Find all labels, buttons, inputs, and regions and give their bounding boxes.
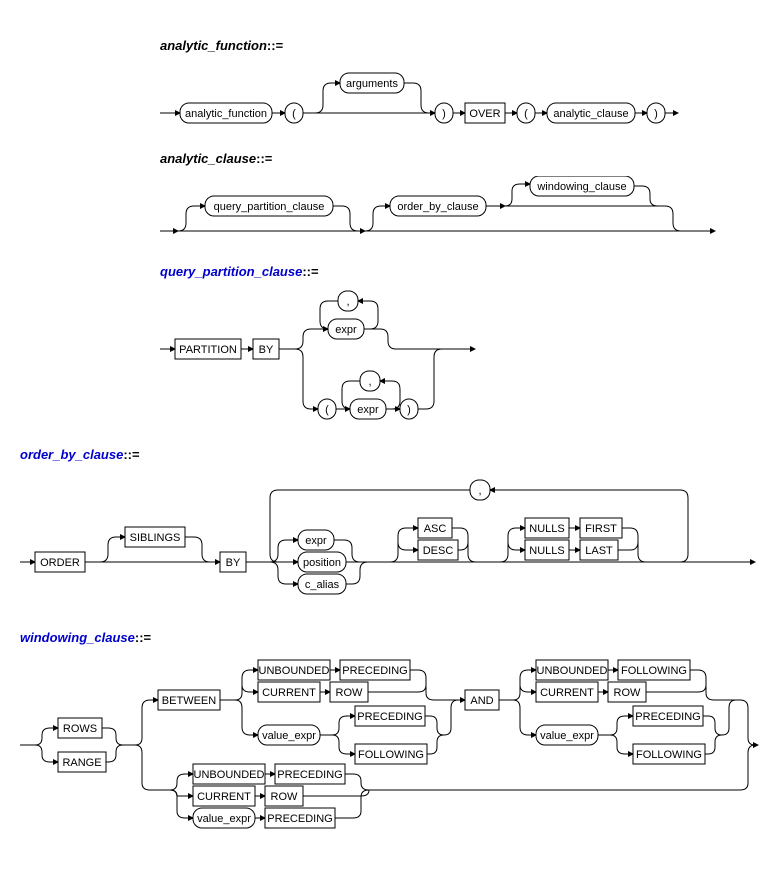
token-rparen-3: ) [407, 404, 411, 416]
token-order-by-clause: order_by_clause [397, 201, 478, 213]
token-preceding: PRECEDING [342, 665, 407, 677]
token-comma: , [346, 296, 349, 308]
token-windowing-clause: windowing_clause [536, 181, 626, 193]
token-query-partition-clause: query_partition_clause [214, 201, 325, 213]
token-following-3: FOLLOWING [636, 749, 702, 761]
diagram-analytic-clause: query_partition_clause order_by_clause w… [160, 176, 765, 246]
token-row: ROW [336, 687, 364, 699]
token-rows: ROWS [63, 723, 97, 735]
token-rparen: ) [442, 108, 446, 120]
token-nulls-2: NULLS [529, 545, 564, 557]
rule-name: analytic_clause [160, 151, 256, 166]
rule-suffix: ::= [302, 264, 318, 279]
rule-name: order_by_clause [20, 447, 123, 462]
token-by-2: BY [226, 557, 241, 569]
token-preceding-5: PRECEDING [267, 813, 332, 825]
token-comma-3: , [478, 485, 481, 497]
token-following-2: FOLLOWING [621, 665, 687, 677]
token-order: ORDER [40, 557, 80, 569]
rule-title-windowing-clause[interactable]: windowing_clause::= [20, 630, 765, 645]
rule-name: query_partition_clause [160, 264, 302, 279]
token-by: BY [259, 344, 274, 356]
rule-suffix: ::= [256, 151, 272, 166]
token-analytic-function: analytic_function [185, 108, 267, 120]
token-rparen-2: ) [654, 108, 658, 120]
token-unbounded-3: UNBOUNDED [194, 769, 265, 781]
token-range: RANGE [62, 757, 101, 769]
diagram-windowing-clause: ROWS RANGE BETWEEN UNBOUNDED PRECEDING C… [20, 655, 765, 855]
token-unbounded: UNBOUNDED [259, 665, 330, 677]
rule-suffix: ::= [123, 447, 139, 462]
rule-name: windowing_clause [20, 630, 135, 645]
token-partition: PARTITION [179, 344, 237, 356]
token-between: BETWEEN [162, 695, 216, 707]
token-preceding-3: PRECEDING [635, 711, 700, 723]
token-value-expr: value_expr [262, 730, 316, 742]
rule-title-analytic-function: analytic_function::= [160, 38, 765, 53]
rule-title-analytic-clause: analytic_clause::= [160, 151, 765, 166]
token-lparen-3: ( [325, 404, 329, 416]
token-expr-3: expr [305, 535, 327, 547]
token-row-3: ROW [271, 791, 299, 803]
diagram-order-by-clause: ORDER SIBLINGS BY expr position c_alias … [20, 472, 765, 612]
token-last: LAST [585, 545, 613, 557]
rule-suffix: ::= [267, 38, 283, 53]
rule-suffix: ::= [135, 630, 151, 645]
token-value-expr-2: value_expr [540, 730, 594, 742]
rule-title-order-by-clause[interactable]: order_by_clause::= [20, 447, 765, 462]
token-siblings: SIBLINGS [130, 532, 181, 544]
token-lparen-2: ( [524, 108, 528, 120]
token-comma-2: , [368, 376, 371, 388]
token-current: CURRENT [262, 687, 316, 699]
token-expr: expr [335, 324, 357, 336]
token-expr-2: expr [357, 404, 379, 416]
token-nulls: NULLS [529, 523, 564, 535]
token-c-alias: c_alias [305, 579, 340, 591]
token-lparen: ( [292, 108, 296, 120]
token-following: FOLLOWING [358, 749, 424, 761]
rule-name: analytic_function [160, 38, 267, 53]
token-and: AND [470, 695, 493, 707]
token-unbounded-2: UNBOUNDED [537, 665, 608, 677]
token-current-2: CURRENT [540, 687, 594, 699]
token-analytic-clause: analytic_clause [553, 108, 628, 120]
rule-title-query-partition-clause[interactable]: query_partition_clause::= [160, 264, 765, 279]
token-asc: ASC [424, 523, 447, 535]
token-position: position [303, 557, 341, 569]
token-current-3: CURRENT [197, 791, 251, 803]
diagram-analytic-function: analytic_function ( arguments ) OVER ( a… [160, 63, 765, 133]
token-arguments: arguments [346, 78, 398, 90]
token-first: FIRST [585, 523, 617, 535]
token-preceding-4: PRECEDING [277, 769, 342, 781]
token-row-2: ROW [614, 687, 642, 699]
token-value-expr-3: value_expr [197, 813, 251, 825]
diagram-query-partition-clause: PARTITION BY expr , ( expr , ) [160, 289, 765, 429]
token-desc: DESC [423, 545, 454, 557]
token-over: OVER [469, 108, 500, 120]
token-preceding-2: PRECEDING [357, 711, 422, 723]
